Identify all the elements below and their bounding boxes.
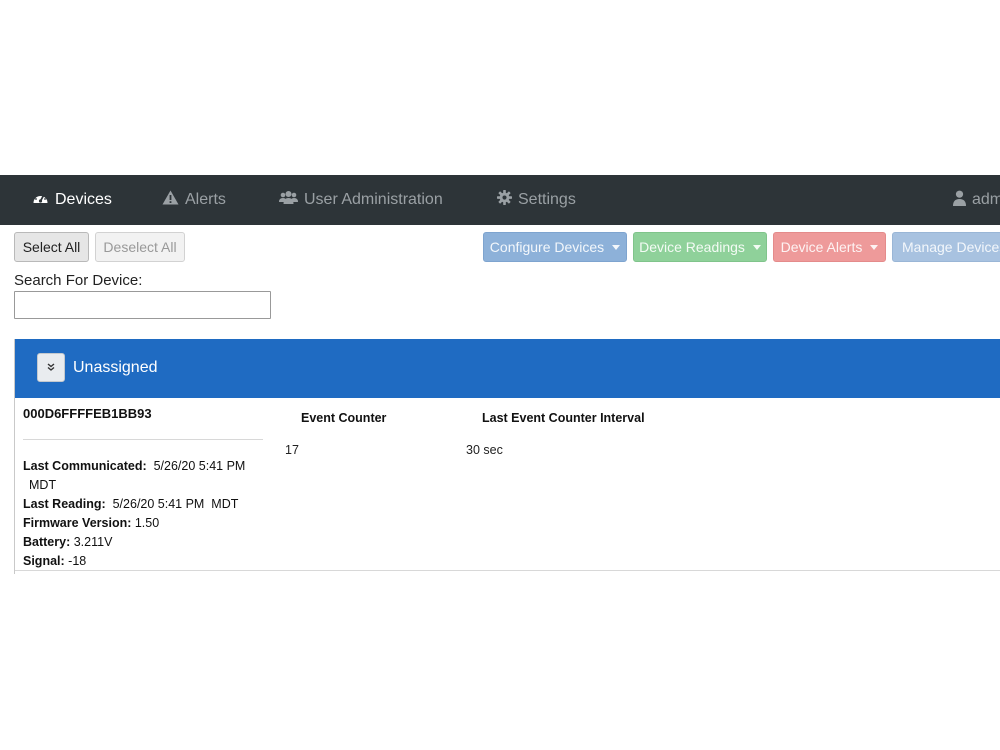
select-all-button[interactable]: Select All bbox=[14, 232, 89, 262]
firmware-value: 1.50 bbox=[134, 516, 160, 530]
signal-label: Signal: bbox=[23, 554, 65, 568]
nav-user-menu[interactable]: adm bbox=[953, 175, 1000, 225]
device-alerts-label: Device Alerts bbox=[780, 239, 863, 255]
last-reading-row: Last Reading: 5/26/20 5:41 PM MDT bbox=[23, 495, 238, 514]
top-navbar: Devices Alerts User Administration Setti… bbox=[0, 175, 1000, 225]
user-icon bbox=[953, 190, 972, 211]
users-icon bbox=[279, 190, 304, 210]
nav-alerts[interactable]: Alerts bbox=[162, 175, 226, 225]
column-header-event-counter: Event Counter bbox=[301, 411, 387, 425]
group-header: Unassigned bbox=[15, 339, 1000, 398]
device-readings-label: Device Readings bbox=[639, 239, 745, 255]
last-reading-label: Last Reading: bbox=[23, 497, 106, 511]
caret-down-icon bbox=[612, 245, 621, 250]
signal-value: -18 bbox=[68, 554, 87, 568]
nav-user-label: adm bbox=[972, 191, 1000, 208]
last-reading-value: 5/26/20 5:41 PM MDT bbox=[112, 497, 239, 511]
deselect-all-label: Deselect All bbox=[103, 239, 177, 255]
deselect-all-button[interactable]: Deselect All bbox=[95, 232, 185, 262]
chevron-double-down-icon bbox=[46, 359, 56, 377]
nav-devices[interactable]: Devices bbox=[32, 175, 112, 225]
dashboard-icon bbox=[32, 190, 55, 210]
firmware-label: Firmware Version: bbox=[23, 516, 132, 530]
battery-value: 3.211V bbox=[73, 535, 113, 549]
last-communicated-row: Last Communicated: 5/26/20 5:41 PM bbox=[23, 457, 245, 476]
manage-devices-button[interactable]: Manage Devices bbox=[892, 232, 1000, 262]
configure-devices-button[interactable]: Configure Devices bbox=[483, 232, 627, 262]
warning-icon bbox=[162, 190, 185, 210]
caret-down-icon bbox=[752, 245, 761, 250]
device-alerts-button[interactable]: Device Alerts bbox=[773, 232, 886, 262]
configure-devices-label: Configure Devices bbox=[489, 239, 605, 255]
last-event-counter-interval-value: 30 sec bbox=[466, 443, 503, 457]
column-header-last-event-counter-interval: Last Event Counter Interval bbox=[482, 411, 645, 425]
select-all-label: Select All bbox=[22, 239, 81, 255]
last-communicated-value: 5/26/20 5:41 PM bbox=[153, 459, 246, 473]
panel-bottom-border bbox=[15, 570, 1000, 571]
manage-devices-label: Manage Devices bbox=[902, 239, 1000, 255]
gear-icon bbox=[497, 190, 518, 210]
last-communicated-label: Last Communicated: bbox=[23, 459, 147, 473]
firmware-row: Firmware Version: 1.50 bbox=[23, 514, 159, 533]
event-counter-value: 17 bbox=[285, 443, 299, 457]
battery-label: Battery: bbox=[23, 535, 71, 549]
nav-settings-label: Settings bbox=[518, 191, 576, 208]
nav-settings[interactable]: Settings bbox=[497, 175, 576, 225]
nav-user-administration[interactable]: User Administration bbox=[279, 175, 443, 225]
battery-row: Battery: 3.211V bbox=[23, 533, 112, 552]
search-label: Search For Device: bbox=[14, 272, 143, 289]
page: Devices Alerts User Administration Setti… bbox=[0, 0, 1000, 750]
group-title: Unassigned bbox=[73, 359, 158, 376]
device-group-panel: Unassigned 000D6FFFFEB1BB93 Last Communi… bbox=[14, 339, 1000, 574]
collapse-toggle-button[interactable] bbox=[37, 353, 65, 382]
nav-devices-label: Devices bbox=[55, 191, 112, 208]
signal-row: Signal: -18 bbox=[23, 552, 86, 571]
caret-down-icon bbox=[870, 245, 879, 250]
divider bbox=[23, 439, 263, 440]
nav-user-administration-label: User Administration bbox=[304, 191, 443, 208]
device-id: 000D6FFFFEB1BB93 bbox=[23, 406, 152, 421]
search-input[interactable] bbox=[14, 291, 271, 319]
nav-alerts-label: Alerts bbox=[185, 191, 226, 208]
device-readings-button[interactable]: Device Readings bbox=[633, 232, 767, 262]
last-communicated-timezone: MDT bbox=[29, 478, 57, 492]
